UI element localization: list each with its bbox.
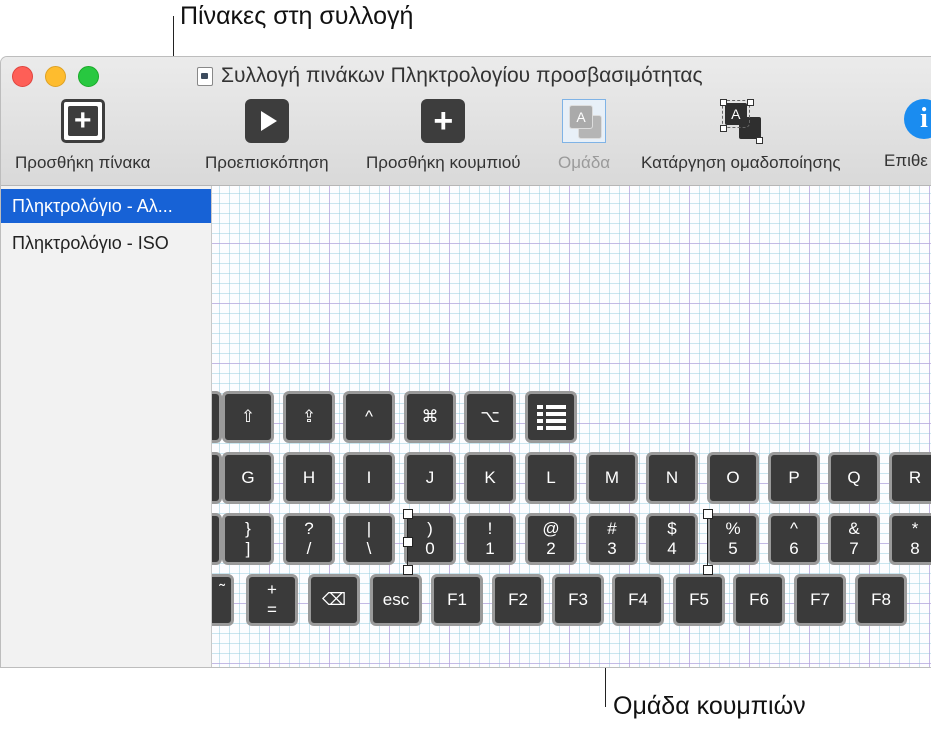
selection-handle[interactable] (703, 509, 713, 519)
key-f2[interactable]: F2 (492, 574, 544, 626)
selection-handle[interactable] (403, 537, 413, 547)
key-f5[interactable]: F5 (673, 574, 725, 626)
key-control[interactable]: ^ (343, 391, 395, 443)
key-f3[interactable]: F3 (552, 574, 604, 626)
window-title-text: Συλλογή πινάκων Πληκτρολογίου προσβασιμό… (221, 64, 703, 87)
key-1[interactable]: ! 1 (464, 513, 516, 565)
group-selection-right-edge (707, 513, 708, 569)
preview-button[interactable]: Προεπισκόπηση (205, 99, 329, 173)
partial-key[interactable] (212, 391, 222, 443)
key-bracket-right[interactable]: }] (222, 513, 274, 565)
key-3[interactable]: #3 (586, 513, 638, 565)
selection-handle[interactable] (403, 509, 413, 519)
ungroup-button[interactable]: A Κατάργηση ομαδοποίησης (641, 99, 841, 173)
partial-key[interactable] (212, 452, 222, 504)
callout-button-group: Ομάδα κουμπιών (613, 692, 806, 720)
key-shift[interactable]: ⇧ (222, 391, 274, 443)
panel-list-sidebar: Πληκτρολόγιο - Αλ... Πληκτρολόγιο - ISO (1, 186, 212, 667)
key-7[interactable]: & 7 (828, 513, 880, 565)
key-m[interactable]: M (586, 452, 638, 504)
play-icon (244, 99, 289, 143)
list-menu-icon (536, 404, 566, 430)
key-command[interactable]: ⌘ (404, 391, 456, 443)
key-k[interactable]: K (464, 452, 516, 504)
group-icon: A (562, 99, 607, 143)
group-label: Ομάδα (558, 153, 611, 172)
zoom-window-button[interactable] (78, 66, 99, 87)
add-button-label: Προσθήκη κουμπιού (366, 153, 521, 172)
sidebar-item-keyboard-iso[interactable]: Πληκτρολόγιο - ISO (1, 226, 211, 260)
ungroup-icon: A (719, 99, 763, 144)
document-icon (197, 66, 213, 86)
group-button[interactable]: A Ομάδα (558, 99, 610, 173)
sidebar-item-keyboard-alpha[interactable]: Πληκτρολόγιο - Αλ... (1, 189, 211, 223)
key-tilde-partial[interactable]: ˜ (212, 574, 234, 626)
key-menu[interactable] (525, 391, 577, 443)
minimize-window-button[interactable] (45, 66, 66, 87)
key-h[interactable]: H (283, 452, 335, 504)
key-i[interactable]: I (343, 452, 395, 504)
key-option[interactable]: ⌥ (464, 391, 516, 443)
add-panel-label: Προσθήκη πίνακα (15, 153, 151, 172)
key-f1[interactable]: F1 (431, 574, 483, 626)
key-6[interactable]: ^ 6 (768, 513, 820, 565)
key-r[interactable]: R (889, 452, 931, 504)
selection-handle[interactable] (703, 565, 713, 575)
key-delete[interactable]: ⌫ (308, 574, 360, 626)
key-backslash[interactable]: | \ (343, 513, 395, 565)
plus-icon: + (421, 99, 466, 143)
key-g[interactable]: G (222, 452, 274, 504)
panel-editor-canvas[interactable]: ⇧ ⇪ ^ ⌘ ⌥ G H I J K L M N O P Q R }] ? / … (212, 186, 931, 667)
key-esc[interactable]: esc (370, 574, 422, 626)
info-icon: i (904, 99, 931, 139)
key-caps-lock[interactable]: ⇪ (283, 391, 335, 443)
add-panel-icon: + (60, 99, 105, 143)
window-title: Συλλογή πινάκων Πληκτρολογίου προσβασιμό… (197, 62, 703, 90)
preview-label: Προεπισκόπηση (205, 153, 329, 172)
key-f8[interactable]: F8 (855, 574, 907, 626)
key-equals[interactable]: + = (246, 574, 298, 626)
key-f7[interactable]: F7 (794, 574, 846, 626)
inspector-label: Επιθε (884, 151, 928, 170)
ungroup-label: Κατάργηση ομαδοποίησης (641, 153, 841, 172)
key-o[interactable]: O (707, 452, 759, 504)
add-panel-button[interactable]: + Προσθήκη πίνακα (15, 99, 150, 173)
key-slash[interactable]: ? / (283, 513, 335, 565)
key-q[interactable]: Q (828, 452, 880, 504)
partial-key[interactable] (212, 513, 222, 565)
selection-handle[interactable] (403, 565, 413, 575)
key-4[interactable]: $4 (646, 513, 698, 565)
key-l[interactable]: L (525, 452, 577, 504)
inspector-button[interactable]: i Επιθε (884, 99, 931, 171)
add-button-button[interactable]: + Προσθήκη κουμπιού (366, 99, 521, 173)
key-2[interactable]: @2 (525, 513, 577, 565)
key-j[interactable]: J (404, 452, 456, 504)
key-8[interactable]: * 8 (889, 513, 931, 565)
key-f4[interactable]: F4 (612, 574, 664, 626)
callout-panels-in-collection: Πίνακες στη συλλογή (180, 2, 414, 30)
key-f6[interactable]: F6 (733, 574, 785, 626)
key-p[interactable]: P (768, 452, 820, 504)
key-5[interactable]: % 5 (707, 513, 759, 565)
key-n[interactable]: N (646, 452, 698, 504)
app-window: Συλλογή πινάκων Πληκτρολογίου προσβασιμό… (0, 56, 931, 668)
close-window-button[interactable] (12, 66, 33, 87)
title-toolbar: Συλλογή πινάκων Πληκτρολογίου προσβασιμό… (1, 57, 931, 186)
